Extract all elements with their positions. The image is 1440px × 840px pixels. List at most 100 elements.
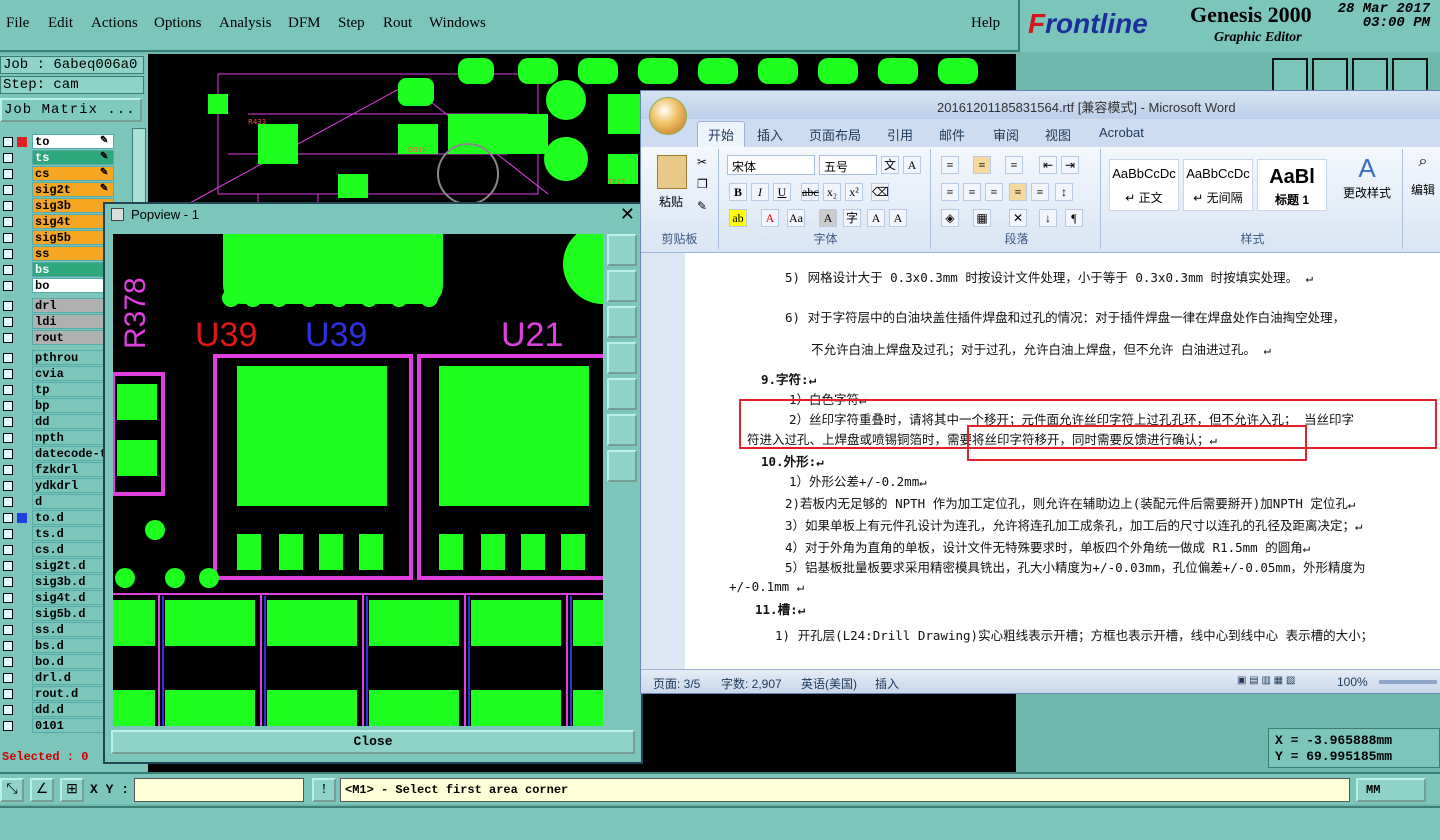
zoom-fit-icon[interactable]	[607, 414, 637, 446]
font-name-dropdown[interactable]: 宋体	[727, 155, 815, 175]
layer-name[interactable]: sig3b.d	[32, 574, 114, 589]
layer-checkbox[interactable]	[3, 433, 13, 443]
font-case-icon[interactable]: Aa	[787, 209, 805, 227]
zoom-area-icon[interactable]: ⤡	[0, 778, 24, 802]
layer-checkbox[interactable]	[3, 333, 13, 343]
numbering-icon[interactable]: ≡	[973, 156, 991, 174]
shading-icon[interactable]: ◈	[941, 209, 959, 227]
layer-affected-marker[interactable]	[17, 185, 27, 195]
layer-name[interactable]: sig5b.d	[32, 606, 114, 621]
char-border-icon[interactable]: A	[903, 156, 921, 174]
layer-name[interactable]: pthrou	[32, 350, 114, 365]
layer-affected-marker[interactable]	[17, 233, 27, 243]
layer-affected-marker[interactable]	[17, 353, 27, 363]
layer-checkbox[interactable]	[3, 673, 13, 683]
menu-analysis[interactable]: Analysis	[219, 15, 272, 32]
layer-checkbox[interactable]	[3, 625, 13, 635]
layer-name[interactable]: bp	[32, 398, 114, 413]
layer-checkbox[interactable]	[3, 561, 13, 571]
zoom-out-icon[interactable]	[607, 450, 637, 482]
units-dropdown[interactable]: MM	[1356, 778, 1426, 802]
layer-checkbox[interactable]	[3, 545, 13, 555]
layer-checkbox[interactable]	[3, 577, 13, 587]
font-color-icon[interactable]: A	[761, 209, 779, 227]
layer-checkbox[interactable]	[3, 169, 13, 179]
layer-checkbox[interactable]	[3, 609, 13, 619]
layer-checkbox[interactable]	[3, 449, 13, 459]
layer-checkbox[interactable]	[3, 233, 13, 243]
layer-name[interactable]: ydkdrl	[32, 478, 114, 493]
align-right-icon[interactable]: ≡	[985, 183, 1003, 201]
layer-affected-marker[interactable]	[17, 561, 27, 571]
close-icon[interactable]: ✕	[620, 204, 635, 225]
layer-name[interactable]: sig4t	[32, 214, 114, 229]
layer-checkbox[interactable]	[3, 529, 13, 539]
layer-name[interactable]: tp	[32, 382, 114, 397]
xy-input[interactable]	[134, 778, 304, 802]
menu-windows[interactable]: Windows	[429, 15, 486, 32]
subscript-icon[interactable]: x₂	[823, 183, 841, 201]
job-matrix-button[interactable]: Job Matrix ...	[0, 98, 142, 122]
layer-affected-marker[interactable]	[17, 317, 27, 327]
document-page[interactable]: 5) 网格设计大于 0.3x0.3mm 时按设计文件处理，小于等于 0.3x0.…	[685, 253, 1440, 669]
grid-icon[interactable]: ⊞	[60, 778, 84, 802]
format-painter-icon[interactable]: ✎	[697, 199, 707, 214]
paste-button[interactable]: 粘贴	[659, 193, 683, 210]
layer-checkbox[interactable]	[3, 689, 13, 699]
layer-checkbox[interactable]	[3, 481, 13, 491]
justify-icon[interactable]: ≡	[1009, 183, 1027, 201]
layer-name[interactable]: cvia	[32, 366, 114, 381]
layer-affected-marker[interactable]	[17, 465, 27, 475]
align-center-icon[interactable]: ≡	[963, 183, 981, 201]
strikethrough-icon[interactable]: abc	[801, 183, 819, 201]
zoom-level[interactable]: 100%	[1337, 675, 1368, 689]
layer-affected-marker[interactable]	[17, 577, 27, 587]
layer-affected-marker[interactable]	[17, 689, 27, 699]
layer-affected-marker[interactable]	[17, 217, 27, 227]
layer-checkbox[interactable]	[3, 385, 13, 395]
layer-affected-marker[interactable]	[17, 333, 27, 343]
layer-name[interactable]: drl	[32, 298, 114, 313]
layer-affected-marker[interactable]	[17, 593, 27, 603]
layer-checkbox[interactable]	[3, 249, 13, 259]
layer-affected-marker[interactable]	[17, 705, 27, 715]
ribbon-tab[interactable]: 开始	[697, 121, 746, 148]
layer-affected-marker[interactable]	[17, 201, 27, 211]
layer-checkbox[interactable]	[3, 369, 13, 379]
layer-row[interactable]: ts ✎	[0, 150, 132, 166]
layer-checkbox[interactable]	[3, 265, 13, 275]
align-left-icon[interactable]: ≡	[941, 183, 959, 201]
italic-icon[interactable]: I	[751, 183, 769, 201]
layer-name[interactable]: bo	[32, 278, 114, 293]
layer-name[interactable]: dd	[32, 414, 114, 429]
menu-step[interactable]: Step	[338, 15, 365, 32]
layer-affected-marker[interactable]	[17, 545, 27, 555]
style-item[interactable]: AaBbCcDc ↵ 无间隔	[1183, 159, 1253, 211]
layer-affected-marker[interactable]	[17, 529, 27, 539]
popview-canvas[interactable]: R378 U39 U39 U21	[113, 234, 603, 726]
layer-checkbox[interactable]	[3, 417, 13, 427]
layer-checkbox[interactable]	[3, 185, 13, 195]
ribbon-tab[interactable]: 插入	[757, 125, 783, 144]
layer-affected-marker[interactable]	[17, 385, 27, 395]
paste-icon[interactable]	[657, 155, 687, 189]
style-item[interactable]: AaBl 标题 1	[1257, 159, 1327, 211]
ribbon-tab[interactable]: Acrobat	[1099, 125, 1144, 140]
font-size-dropdown[interactable]: 五号	[819, 155, 877, 175]
borders-icon[interactable]: ▦	[973, 209, 991, 227]
layer-checkbox[interactable]	[3, 465, 13, 475]
layer-name[interactable]: 0101	[32, 718, 114, 733]
chinese-layout-icon[interactable]: ✕	[1009, 209, 1027, 227]
left-icon[interactable]	[607, 342, 637, 374]
copy-icon[interactable]: ❐	[697, 177, 708, 192]
phonetic-icon[interactable]: 文	[881, 156, 899, 174]
layer-checkbox[interactable]	[3, 401, 13, 411]
layer-checkbox[interactable]	[3, 281, 13, 291]
layer-checkbox[interactable]	[3, 353, 13, 363]
char-shading-icon[interactable]: A	[819, 209, 837, 227]
clear-format-icon[interactable]: ⌫	[871, 183, 889, 201]
layer-affected-marker[interactable]	[17, 265, 27, 275]
layer-affected-marker[interactable]	[17, 449, 27, 459]
bullets-icon[interactable]: ≡	[941, 156, 959, 174]
layer-affected-marker[interactable]	[17, 721, 27, 731]
